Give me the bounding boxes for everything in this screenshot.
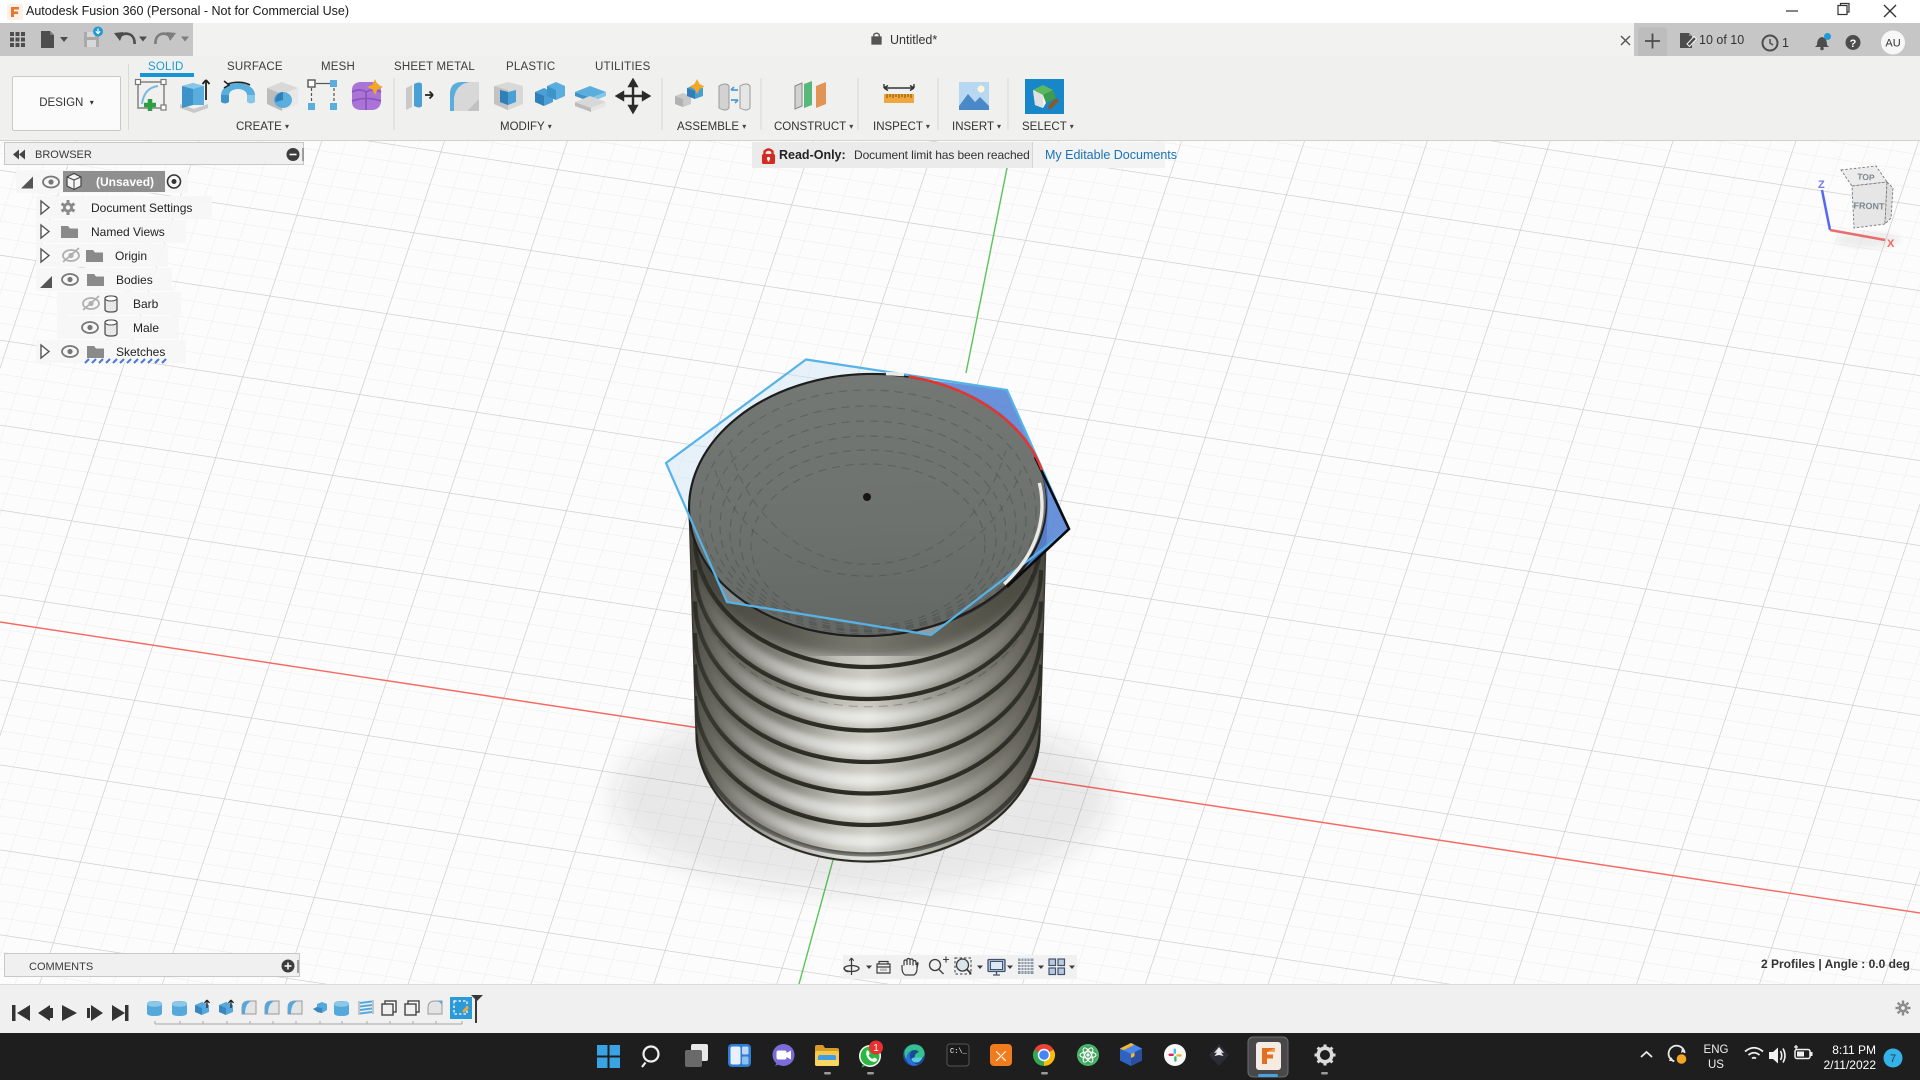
svg-text:Barb: Barb — [133, 297, 159, 311]
svg-text:⤫: ⤫ — [995, 1049, 1007, 1064]
svg-text:1: 1 — [1782, 36, 1789, 50]
svg-text:X: X — [1887, 238, 1895, 250]
svg-text:Sketches: Sketches — [116, 345, 165, 359]
svg-text:1: 1 — [873, 1043, 879, 1054]
svg-text:8:11 PM: 8:11 PM — [1832, 1043, 1876, 1057]
svg-text:BROWSER: BROWSER — [35, 149, 92, 161]
svg-text:Bodies: Bodies — [116, 273, 153, 287]
svg-text:Untitled*: Untitled* — [890, 33, 937, 47]
svg-text:Document Settings: Document Settings — [91, 201, 192, 215]
svg-text:C:\_: C:\_ — [950, 1048, 968, 1056]
svg-text:7: 7 — [1890, 1053, 1896, 1065]
svg-text:AU: AU — [1885, 38, 1900, 50]
svg-text:10 of 10: 10 of 10 — [1699, 33, 1744, 47]
svg-text:US: US — [1708, 1059, 1724, 1071]
svg-text:Male: Male — [133, 321, 159, 335]
svg-text:ENG: ENG — [1704, 1044, 1729, 1056]
svg-text:COMMENTS: COMMENTS — [29, 961, 93, 973]
svg-text:?: ? — [1850, 38, 1857, 50]
svg-text:Z: Z — [1818, 179, 1825, 191]
svg-text:TOP: TOP — [1857, 171, 1875, 182]
svg-text:(Unsaved): (Unsaved) — [96, 175, 154, 189]
svg-text:FRONT: FRONT — [1853, 200, 1885, 211]
svg-text:Origin: Origin — [115, 249, 147, 263]
svg-text:2/11/2022: 2/11/2022 — [1824, 1058, 1877, 1072]
svg-text:Named Views: Named Views — [91, 225, 165, 239]
